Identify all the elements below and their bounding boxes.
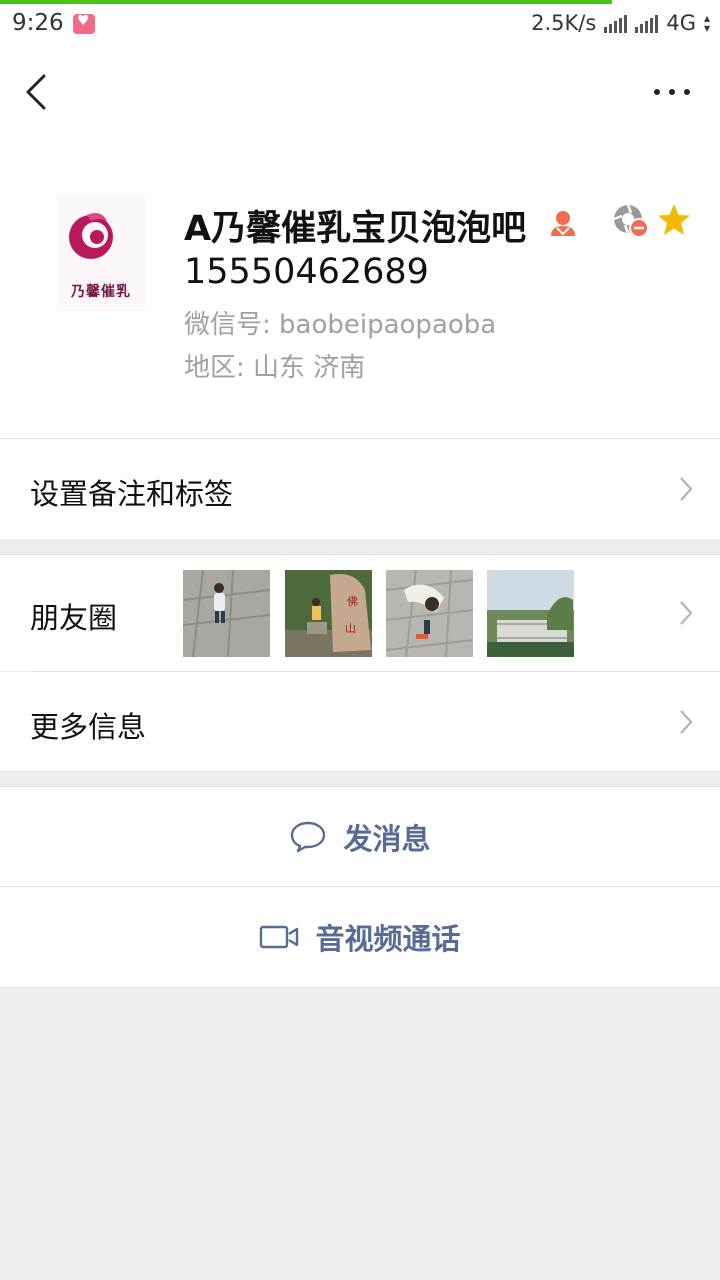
send-message-button[interactable]: 发消息 bbox=[0, 787, 720, 886]
network-speed: 2.5K/s bbox=[531, 11, 597, 35]
video-call-button[interactable]: 音视频通话 bbox=[0, 887, 720, 987]
signal-icon bbox=[635, 13, 659, 33]
chevron-right-icon bbox=[680, 477, 693, 501]
avatar[interactable]: 乃馨催乳 bbox=[57, 195, 145, 311]
send-message-label: 发消息 bbox=[343, 821, 431, 856]
status-indicators: 2.5K/s 4G ▴ ▾ bbox=[531, 11, 710, 35]
status-time: 9:26 bbox=[12, 10, 64, 36]
region: 地区: 山东 济南 bbox=[184, 353, 366, 383]
loading-progress-bar bbox=[0, 0, 612, 4]
moments-blocked-icon[interactable] bbox=[612, 203, 650, 239]
moments-photo bbox=[487, 570, 574, 657]
signal-icon bbox=[604, 13, 628, 33]
more-info-row[interactable]: 更多信息 bbox=[0, 672, 720, 771]
more-info-label: 更多信息 bbox=[30, 710, 147, 744]
video-camera-icon bbox=[260, 925, 299, 949]
status-bar: 9:26 2.5K/s 4G ▴▾ bbox=[0, 0, 720, 50]
chevron-left-icon[interactable] bbox=[20, 68, 60, 116]
contact-name: A乃馨催乳宝贝泡泡吧 bbox=[184, 209, 527, 249]
network-type: 4G bbox=[666, 11, 696, 35]
remark-tags-label: 设置备注和标签 bbox=[30, 477, 234, 511]
svg-text:佛: 佛 bbox=[347, 595, 358, 608]
chat-bubble-icon bbox=[291, 821, 326, 852]
remark-tags-row[interactable]: 设置备注和标签 bbox=[0, 439, 720, 539]
profile-header: 乃馨催乳 A乃馨催乳宝贝泡泡吧 15550462689 微信号: baobeip… bbox=[0, 138, 720, 438]
moments-row[interactable]: 朋友圈 佛 山 bbox=[0, 555, 720, 671]
divider bbox=[0, 987, 720, 988]
moments-label: 朋友圈 bbox=[30, 601, 118, 635]
data-arrows-icon: ▴ ▾ bbox=[703, 11, 710, 35]
moments-photo bbox=[386, 570, 473, 657]
moments-photo: 佛 山 bbox=[285, 570, 372, 657]
star-icon[interactable] bbox=[656, 202, 692, 238]
divider bbox=[0, 771, 720, 772]
female-icon bbox=[551, 211, 575, 236]
chevron-right-icon bbox=[680, 601, 693, 625]
contact-phone: 15550462689 bbox=[184, 252, 429, 292]
notification-app-icon bbox=[73, 13, 95, 34]
svg-text:山: 山 bbox=[345, 622, 356, 635]
wechat-id: 微信号: baobeipaopaoba bbox=[184, 310, 497, 340]
more-dots-icon[interactable] bbox=[650, 74, 694, 110]
moments-photo bbox=[183, 570, 270, 657]
avatar-text: 乃馨催乳 bbox=[71, 284, 131, 300]
top-bar bbox=[0, 50, 720, 138]
chevron-right-icon bbox=[680, 710, 693, 734]
video-call-label: 音视频通话 bbox=[315, 922, 461, 956]
